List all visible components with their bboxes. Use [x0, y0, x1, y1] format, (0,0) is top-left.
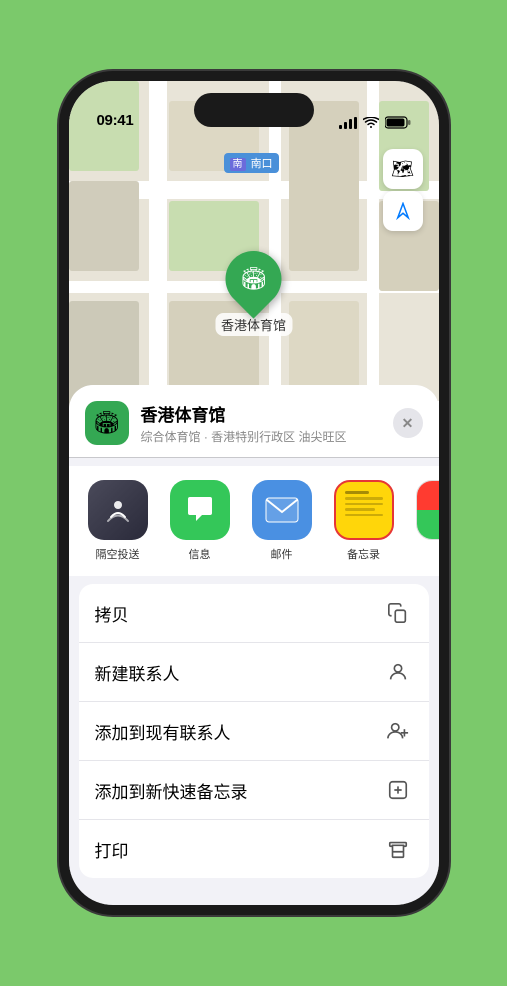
notes-inner: [340, 486, 388, 534]
notes-line: [345, 503, 383, 506]
pin-icon-inner: 🏟: [240, 266, 268, 292]
map-block: [69, 181, 139, 271]
share-item-mail[interactable]: 邮件: [249, 480, 315, 562]
airdrop-label: 隔空投送: [96, 546, 140, 562]
signal-icon: [339, 117, 357, 129]
notes-line: [345, 514, 383, 517]
map-type-icon: 🗺: [391, 159, 414, 180]
share-item-notes[interactable]: 备忘录: [331, 480, 397, 562]
wifi-icon: [363, 117, 379, 129]
map-pin: 🏟 香港体育馆: [215, 251, 292, 336]
action-print[interactable]: 打印: [79, 820, 429, 878]
notes-label: 备忘录: [347, 546, 380, 562]
notes-icon: [334, 480, 394, 540]
location-button[interactable]: [383, 191, 423, 231]
close-button[interactable]: ✕: [393, 408, 423, 438]
copy-label: 拷贝: [95, 601, 129, 626]
quick-note-icon: [383, 775, 413, 805]
share-item-more[interactable]: 推: [413, 480, 439, 562]
share-item-airdrop[interactable]: 隔空投送: [85, 480, 151, 562]
location-icon: [394, 202, 412, 220]
map-type-button[interactable]: 🗺: [383, 149, 423, 189]
venue-name: 香港体育馆: [141, 401, 381, 426]
venue-info: 香港体育馆 综合体育馆 · 香港特别行政区 油尖旺区: [141, 401, 381, 445]
add-contact-label: 添加到现有联系人: [95, 719, 231, 744]
action-list: 拷贝 新建联系人 添: [79, 584, 429, 878]
status-icons: [339, 116, 411, 129]
bottom-sheet: 🏟 香港体育馆 综合体育馆 · 香港特别行政区 油尖旺区 ✕ 隔空投送: [69, 385, 439, 905]
pin-marker: 🏟: [214, 239, 293, 318]
mail-label: 邮件: [271, 546, 293, 562]
map-controls: 🗺: [383, 149, 423, 231]
action-quick-note[interactable]: 添加到新快速备忘录: [79, 761, 429, 820]
notes-line: [345, 497, 383, 500]
quick-note-label: 添加到新快速备忘录: [95, 778, 248, 803]
sheet-header: 🏟 香港体育馆 综合体育馆 · 香港特别行政区 油尖旺区 ✕: [69, 385, 439, 458]
copy-icon: [383, 598, 413, 628]
venue-subtitle: 综合体育馆 · 香港特别行政区 油尖旺区: [141, 428, 381, 445]
notes-line: [345, 491, 370, 494]
venue-icon: 🏟: [85, 401, 129, 445]
status-time: 09:41: [97, 112, 134, 129]
airdrop-icon: [88, 480, 148, 540]
mail-icon: [252, 480, 312, 540]
share-item-messages[interactable]: 信息: [167, 480, 233, 562]
dynamic-island: [194, 93, 314, 127]
mail-svg: [265, 497, 299, 523]
action-add-contact[interactable]: 添加到现有联系人: [79, 702, 429, 761]
more-icon: [416, 480, 439, 540]
print-icon: [383, 834, 413, 864]
messages-label: 信息: [189, 546, 211, 562]
airdrop-svg: [103, 495, 133, 525]
new-contact-label: 新建联系人: [95, 660, 180, 685]
action-copy[interactable]: 拷贝: [79, 584, 429, 643]
messages-icon: [170, 480, 230, 540]
battery-icon: [385, 116, 411, 129]
map-label: 南 南口: [224, 153, 279, 173]
messages-svg: [184, 495, 216, 525]
print-label: 打印: [95, 837, 129, 862]
add-contact-icon: [383, 716, 413, 746]
notes-line: [345, 508, 375, 511]
action-new-contact[interactable]: 新建联系人: [79, 643, 429, 702]
phone-frame: 09:41: [59, 71, 449, 915]
share-row: 隔空投送 信息 邮件: [69, 466, 439, 576]
map-block: [289, 301, 359, 391]
new-contact-icon: [383, 657, 413, 687]
